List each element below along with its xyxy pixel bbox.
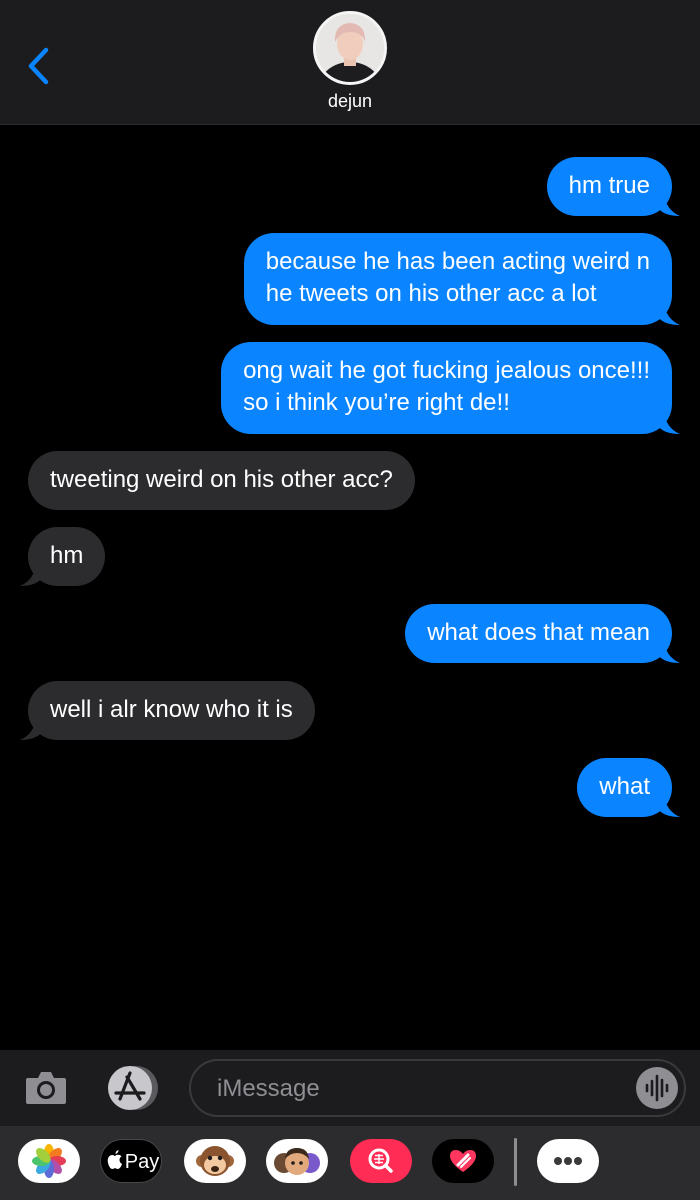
apple-pay-label: Pay xyxy=(124,1151,160,1173)
message-text: hm xyxy=(50,542,84,569)
photos-app-button[interactable] xyxy=(18,1139,80,1183)
animoji-app-button[interactable] xyxy=(184,1139,246,1183)
memoji-icon xyxy=(274,1148,320,1175)
bubble-tail-icon xyxy=(20,718,42,740)
chevron-left-icon xyxy=(28,47,49,85)
app-drawer: Pay xyxy=(0,1126,700,1200)
audio-message-button[interactable] xyxy=(636,1067,678,1109)
sent-message-bubble[interactable]: what xyxy=(577,758,680,817)
camera-button[interactable] xyxy=(24,1068,68,1108)
memoji-app-button[interactable] xyxy=(266,1139,328,1183)
sent-message-bubble[interactable]: because he has been acting weird n he tw… xyxy=(243,233,680,325)
more-apps-button[interactable] xyxy=(537,1139,599,1183)
message-text: hm true xyxy=(568,172,650,199)
message-input[interactable] xyxy=(215,1069,619,1109)
received-message-bubble[interactable]: tweeting weird on his other acc? xyxy=(28,451,415,510)
contact-avatar[interactable] xyxy=(313,11,387,85)
bubble-tail-icon xyxy=(658,303,680,325)
photos-icon xyxy=(32,1144,66,1178)
digital-touch-icon xyxy=(450,1150,476,1172)
camera-icon xyxy=(26,1072,66,1104)
message-text: what xyxy=(599,773,650,800)
bubble-tail-icon xyxy=(658,412,680,434)
compose-bar xyxy=(0,1050,700,1126)
bubble-tail-icon xyxy=(20,564,42,586)
conversation-header: dejun xyxy=(0,0,700,125)
animoji-icon xyxy=(196,1146,234,1176)
back-button[interactable] xyxy=(22,44,58,88)
received-message-bubble[interactable]: well i alr know who it is xyxy=(20,681,315,740)
waveform-icon xyxy=(645,1074,669,1102)
message-text: so i think you’re right de!! xyxy=(243,389,510,416)
app-drawer-divider xyxy=(514,1138,517,1186)
received-message-bubble[interactable]: hm xyxy=(20,527,106,586)
message-text: well i alr know who it is xyxy=(50,696,293,723)
avatar-photo-icon xyxy=(316,14,384,82)
imessage-field[interactable] xyxy=(189,1059,686,1117)
sent-message-bubble[interactable]: ong wait he got fucking jealous once!!! … xyxy=(221,342,680,434)
bubble-tail-icon xyxy=(658,641,680,663)
contact-name[interactable]: dejun xyxy=(0,91,700,112)
message-text: ong wait he got fucking jealous once!!! xyxy=(243,357,650,384)
image-search-app-button[interactable] xyxy=(350,1139,412,1183)
app-store-button[interactable] xyxy=(104,1063,162,1113)
message-text: what does that mean xyxy=(427,619,650,646)
message-text: tweeting weird on his other acc? xyxy=(50,466,393,493)
apple-pay-button[interactable]: Pay xyxy=(100,1139,162,1183)
image-search-icon xyxy=(368,1148,393,1173)
sent-message-bubble[interactable]: hm true xyxy=(546,157,680,216)
message-text: he tweets on his other acc a lot xyxy=(265,280,597,307)
bubble-tail-icon xyxy=(658,795,680,817)
bubble-tail-icon xyxy=(658,194,680,216)
more-apps-icon xyxy=(554,1157,582,1165)
digital-touch-app-button[interactable] xyxy=(432,1139,494,1183)
app-store-icon xyxy=(108,1066,158,1110)
sent-message-bubble[interactable]: what does that mean xyxy=(405,604,680,663)
message-text: because he has been acting weird n xyxy=(265,248,650,275)
message-thread: hm true because he has been acting weird… xyxy=(0,125,700,1050)
